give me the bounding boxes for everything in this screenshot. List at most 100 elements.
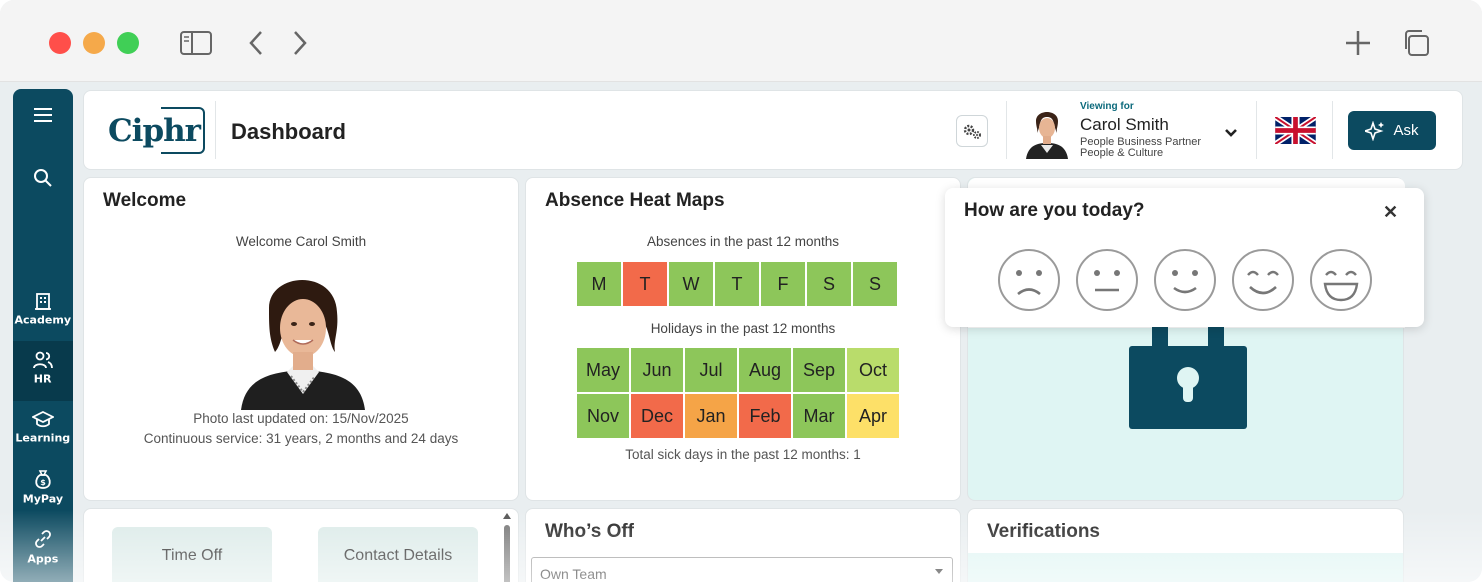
gears-icon (963, 124, 981, 139)
ciphr-logo[interactable]: Ciphr (108, 107, 205, 155)
dropdown-arrow-icon (935, 569, 943, 574)
heatmap-cell: May (576, 347, 630, 393)
sidebar-item-label: HR (34, 372, 52, 386)
link-icon (35, 530, 51, 548)
heatmap-cell: Sep (792, 347, 846, 393)
heatmap-cell: Feb (738, 393, 792, 439)
sidebar-item-apps[interactable]: Apps (13, 529, 73, 579)
holidays-caption: Holidays in the past 12 months (650, 321, 836, 336)
close-icon[interactable]: ✕ (1383, 202, 1398, 223)
absence-heatmap-card: Absence Heat Maps Absences in the past 1… (525, 177, 961, 501)
quick-links-card: Time Off Contact Details (83, 508, 519, 582)
weekday-heatmap: M T W T F S S (576, 261, 898, 307)
maximize-window-button[interactable] (117, 32, 139, 54)
contact-details-label: Contact Details (343, 547, 453, 564)
sidebar-item-mypay[interactable]: $ MyPay (13, 469, 73, 519)
ask-label: Ask (1393, 122, 1419, 139)
sidebar-item-academy[interactable]: Academy (13, 290, 73, 340)
continuous-service-text: Continuous service: 31 years, 2 months a… (143, 431, 459, 446)
svg-text:$: $ (40, 478, 46, 487)
sidebar-toggle-icon[interactable] (180, 28, 212, 58)
heatmap-cell: S (806, 261, 852, 307)
sparkle-icon (1365, 120, 1385, 141)
mood-popup: How are you today? ✕ (945, 188, 1424, 327)
time-off-label: Time Off (161, 547, 223, 564)
heatmap-cell: Jan (684, 393, 738, 439)
sidebar-item-hr[interactable]: HR (13, 341, 73, 401)
verifications-card: Verifications (967, 508, 1404, 582)
grin-face-icon[interactable] (1309, 248, 1373, 312)
heatmap-cell: Jul (684, 347, 738, 393)
user-department: People & Culture (1080, 147, 1164, 159)
heatmap-cell: T (622, 261, 668, 307)
browser-toolbar (0, 0, 1482, 82)
page-title: Dashboard (231, 119, 346, 144)
verifications-body (968, 553, 1403, 582)
uk-flag-icon[interactable] (1273, 114, 1318, 147)
mood-title: How are you today? (964, 200, 1145, 221)
contact-details-tile[interactable]: Contact Details (318, 527, 478, 582)
whos-off-title: Who’s Off (545, 521, 634, 542)
close-window-button[interactable] (49, 32, 71, 54)
user-avatar[interactable] (1024, 105, 1070, 159)
absences-caption: Absences in the past 12 months (646, 234, 840, 249)
forward-icon[interactable] (284, 28, 316, 58)
back-icon[interactable] (240, 28, 272, 58)
app-header: Ciphr Dashboard Viewing for Carol Smith … (83, 90, 1463, 170)
user-role: People Business Partner People & Culture (1080, 137, 1201, 159)
ask-button[interactable]: Ask (1348, 111, 1436, 150)
verifications-title: Verifications (987, 521, 1100, 542)
sidebar-item-learning[interactable]: Learning (13, 410, 73, 460)
logo-frame (161, 107, 205, 154)
minimize-window-button[interactable] (83, 32, 105, 54)
browser-window: Academy HR Learning $ MyPay Apps Ciphr D… (0, 0, 1482, 582)
divider (1256, 101, 1257, 159)
search-icon (34, 169, 52, 187)
menu-button[interactable] (13, 107, 73, 123)
welcome-card: Welcome Welcome Carol Smith Photo last u… (83, 177, 519, 501)
heatmap-cell: Oct (846, 347, 900, 393)
team-filter-value: Own Team (540, 566, 607, 582)
sad-face-icon[interactable] (997, 248, 1061, 312)
time-off-tile[interactable]: Time Off (112, 527, 272, 582)
divider (215, 101, 216, 159)
user-switch-dropdown[interactable] (1224, 125, 1238, 143)
heatmap-cell: Nov (576, 393, 630, 439)
heatmap-cell: T (714, 261, 760, 307)
slight-smile-face-icon[interactable] (1153, 248, 1217, 312)
absence-title: Absence Heat Maps (545, 190, 725, 211)
sick-days-text: Total sick days in the past 12 months: 1 (625, 447, 861, 462)
user-name: Carol Smith (1080, 115, 1169, 134)
photo-updated-text: Photo last updated on: 15/Nov/2025 (193, 411, 409, 426)
scrollbar[interactable] (502, 511, 512, 582)
viewing-for-label: Viewing for (1080, 101, 1134, 112)
people-icon (33, 351, 53, 369)
smile-face-icon[interactable] (1231, 248, 1295, 312)
heatmap-cell: M (576, 261, 622, 307)
month-heatmap-row-2: Nov Dec Jan Feb Mar Apr (576, 393, 900, 439)
menu-icon (34, 108, 52, 122)
building-icon (35, 293, 51, 310)
heatmap-cell: Aug (738, 347, 792, 393)
new-tab-icon[interactable] (1342, 28, 1374, 58)
sidebar-item-label: Apps (27, 552, 59, 566)
sidebar-item-label: MyPay (22, 492, 64, 506)
neutral-face-icon[interactable] (1075, 248, 1139, 312)
graduation-cap-icon (32, 410, 54, 428)
heatmap-cell: W (668, 261, 714, 307)
whos-off-card: Who’s Off Own Team (525, 508, 961, 582)
sidebar: Academy HR Learning $ MyPay Apps (13, 89, 73, 582)
chevron-down-icon (1225, 129, 1237, 137)
search-button[interactable] (13, 168, 73, 188)
heatmap-cell: F (760, 261, 806, 307)
money-bag-icon: $ (35, 470, 51, 489)
settings-button[interactable] (956, 115, 988, 147)
heatmap-cell: Mar (792, 393, 846, 439)
welcome-greeting: Welcome Carol Smith (235, 234, 367, 249)
team-filter-select[interactable]: Own Team (531, 557, 953, 582)
divider (1006, 101, 1007, 159)
heatmap-cell: Jun (630, 347, 684, 393)
month-heatmap-row-1: May Jun Jul Aug Sep Oct (576, 347, 900, 393)
sidebar-item-label: Academy (14, 313, 72, 327)
tabs-overview-icon[interactable] (1400, 28, 1432, 58)
